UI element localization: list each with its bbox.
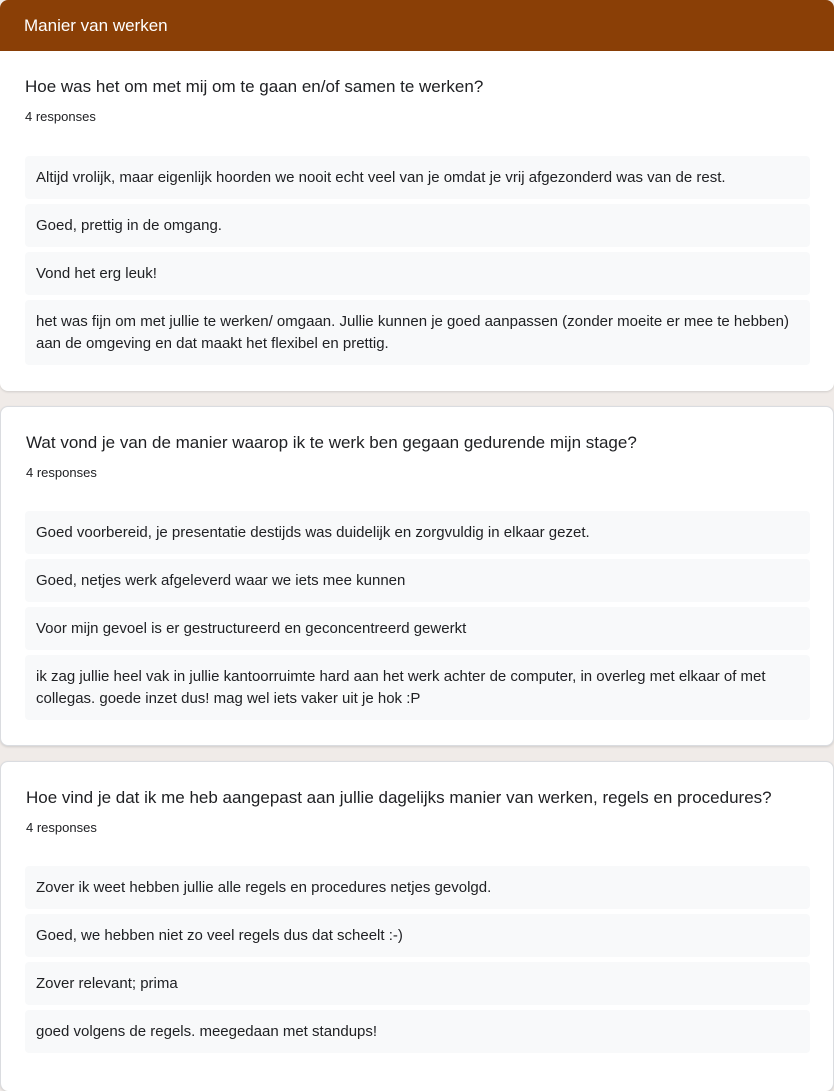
question-title: Hoe was het om met mij om te gaan en/of … — [25, 77, 484, 96]
response-item: Voor mijn gevoel is er gestructureerd en… — [25, 607, 810, 650]
question-title: Hoe vind je dat ik me heb aangepast aan … — [26, 788, 772, 807]
section-title: Manier van werken — [24, 16, 168, 35]
response-item: Zover relevant; prima — [25, 962, 810, 1005]
response-item: goed volgens de regels. meegedaan met st… — [25, 1010, 810, 1053]
response-item: Altijd vrolijk, maar eigenlijk hoorden w… — [25, 156, 810, 199]
response-item: Zover ik weet hebben jullie alle regels … — [25, 866, 810, 909]
response-count: 4 responses — [25, 109, 96, 124]
question-card-1: Hoe was het om met mij om te gaan en/of … — [0, 51, 834, 391]
response-item: ik zag jullie heel vak in jullie kantoor… — [25, 655, 810, 720]
response-item: Goed, netjes werk afgeleverd waar we iet… — [25, 559, 810, 602]
question-title: Wat vond je van de manier waarop ik te w… — [26, 433, 637, 452]
response-item: Goed voorbereid, je presentatie destijds… — [25, 511, 810, 554]
question-card-3: Hoe vind je dat ik me heb aangepast aan … — [0, 761, 834, 1091]
response-count: 4 responses — [26, 820, 97, 835]
question-card-2: Wat vond je van de manier waarop ik te w… — [0, 406, 834, 746]
response-item: Vond het erg leuk! — [25, 252, 810, 295]
response-item: Goed, prettig in de omgang. — [25, 204, 810, 247]
response-item: het was fijn om met jullie te werken/ om… — [25, 300, 810, 365]
section-header: Manier van werken — [0, 0, 834, 51]
response-item: Goed, we hebben niet zo veel regels dus … — [25, 914, 810, 957]
response-count: 4 responses — [26, 465, 97, 480]
